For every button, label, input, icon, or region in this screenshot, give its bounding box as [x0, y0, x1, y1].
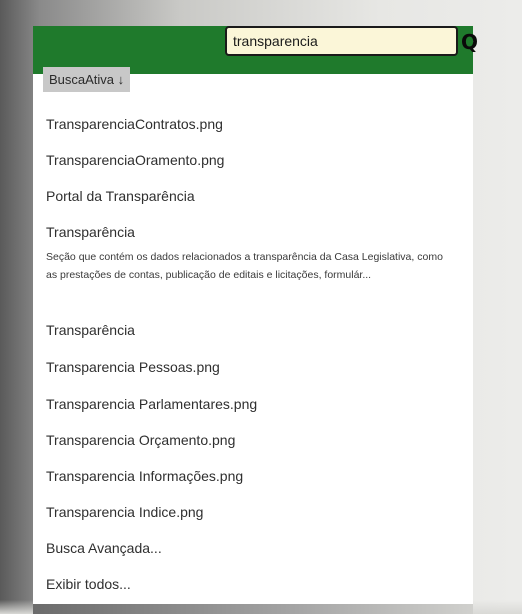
dropdown-bottom-edge — [33, 604, 473, 614]
result-description: Seção que contém os dados relacionados a… — [46, 251, 443, 281]
show-all-link[interactable]: Exibir todos... — [46, 576, 131, 592]
result-item[interactable]: Transparencia Parlamentares.png — [46, 396, 257, 412]
result-item[interactable]: TransparenciaContratos.png — [46, 116, 223, 132]
sort-toggle[interactable]: BuscaAtiva ↓ — [43, 67, 131, 92]
search-input[interactable] — [225, 26, 458, 56]
advanced-search-link[interactable]: Busca Avançada... — [46, 540, 162, 556]
result-item[interactable]: TransparenciaOramento.png — [46, 152, 224, 168]
result-item[interactable]: Transparência — [46, 224, 135, 240]
result-item[interactable]: Transparencia Orçamento.png — [46, 432, 235, 448]
result-item[interactable]: Transparencia Indice.png — [46, 504, 203, 520]
search-go-icon[interactable]: Q — [461, 29, 477, 55]
result-item[interactable]: Transparência — [46, 322, 135, 338]
result-item[interactable]: Transparencia Pessoas.png — [46, 359, 220, 375]
result-item[interactable]: Portal da Transparência — [46, 188, 195, 204]
result-item[interactable]: Transparencia Informações.png — [46, 468, 243, 484]
